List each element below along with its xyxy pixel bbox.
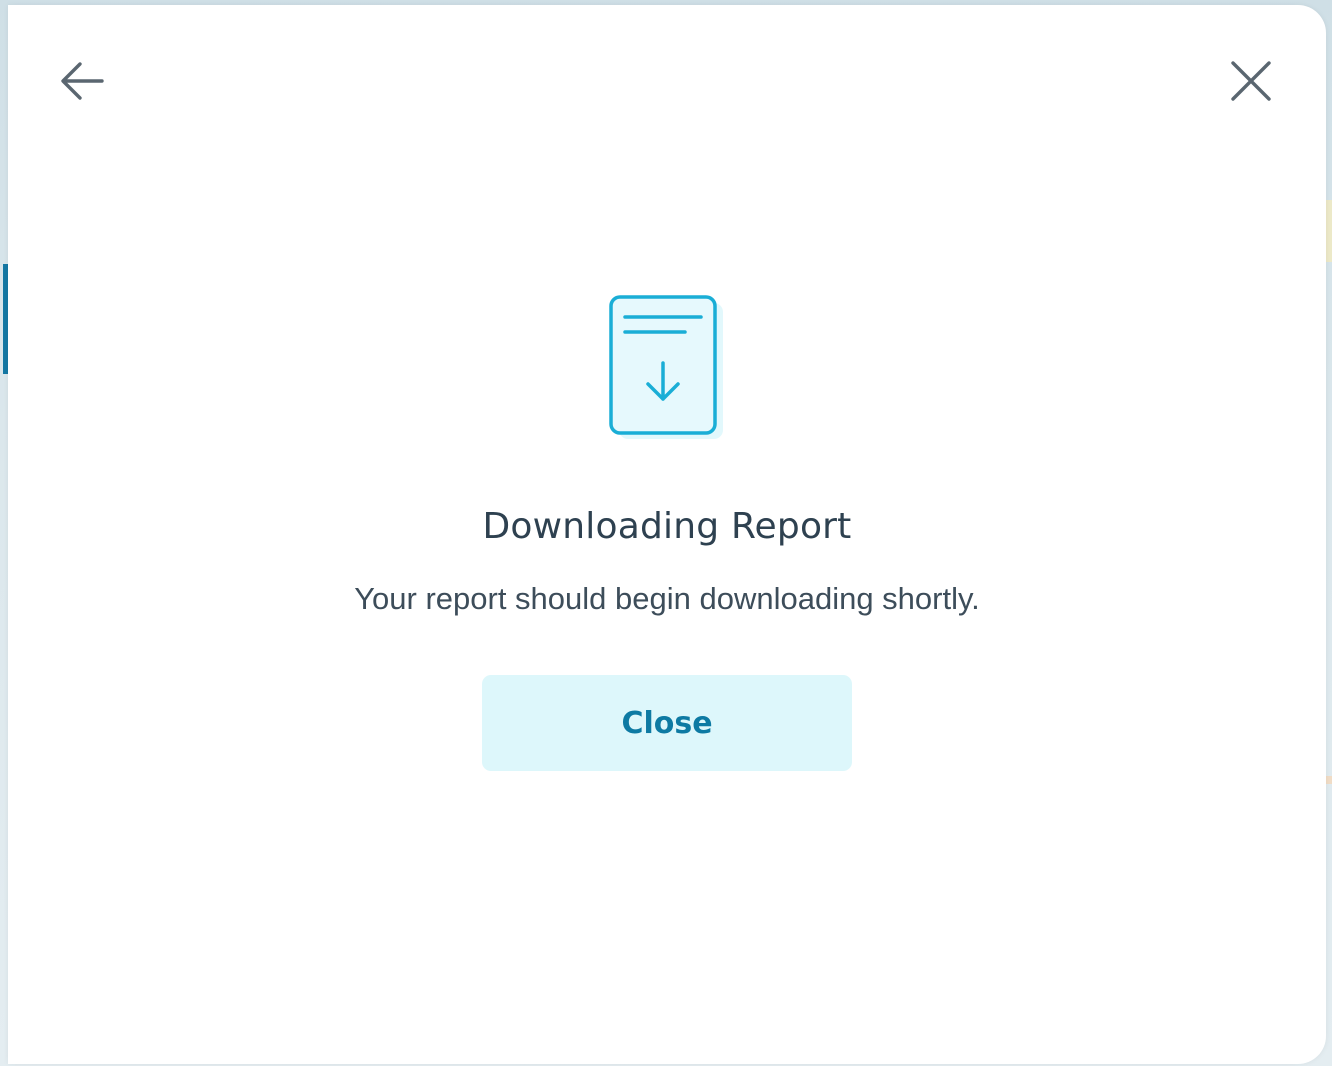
back-button[interactable] <box>52 51 112 111</box>
download-report-dialog: Downloading Report Your report should be… <box>8 5 1326 1064</box>
close-x-icon <box>1231 61 1271 101</box>
close-dialog-button[interactable] <box>1221 51 1281 111</box>
dialog-content: Downloading Report Your report should be… <box>8 295 1326 771</box>
dialog-message: Your report should begin downloading sho… <box>354 581 980 616</box>
document-download-icon <box>609 295 723 439</box>
arrow-left-icon <box>61 62 104 100</box>
dialog-title: Downloading Report <box>482 506 852 547</box>
close-button[interactable]: Close <box>482 675 852 771</box>
